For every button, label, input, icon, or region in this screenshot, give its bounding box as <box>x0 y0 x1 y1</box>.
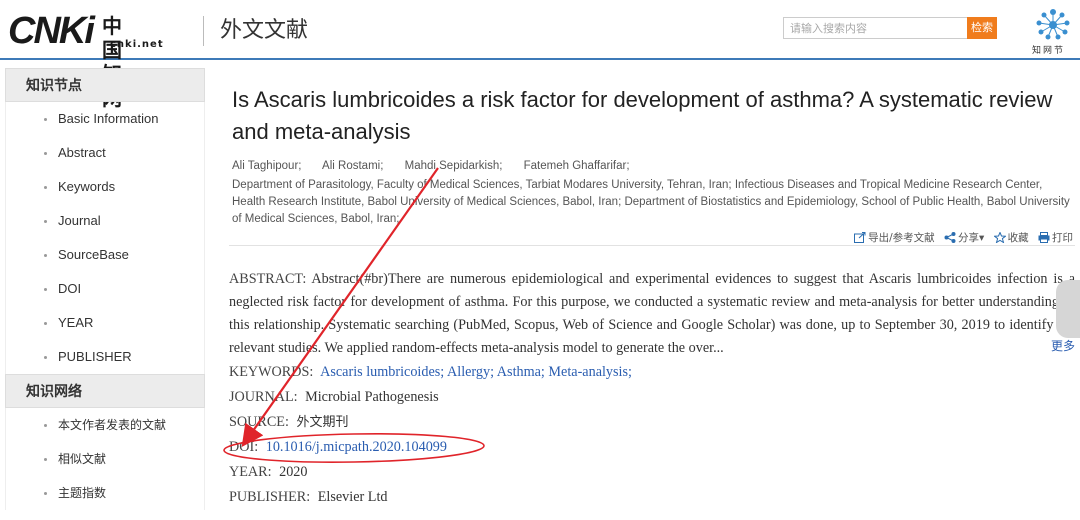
source-label: SOURCE: <box>229 414 289 430</box>
tools-bar: 导出/参考文献 分享▾ 收藏 打印 <box>229 218 1075 246</box>
sidebar-item-basic-information[interactable]: Basic Information <box>5 102 205 136</box>
print-label: 打印 <box>1052 232 1073 244</box>
sidebar-item-year[interactable]: YEAR <box>5 306 205 340</box>
source-row: SOURCE: 外文期刊 <box>229 410 1075 435</box>
author-list: Ali Taghipour; Ali Rostami; Mahdi Sepida… <box>229 158 1075 174</box>
year-label: YEAR: <box>229 464 272 480</box>
header-divider <box>203 16 204 46</box>
export-label: 导出/参考文献 <box>868 232 935 244</box>
keyword-link[interactable]: Asthma; <box>497 364 545 380</box>
sidebar-item-author-publications[interactable]: 本文作者发表的文献 <box>5 408 205 442</box>
brand-badge-label: 知网节 <box>1032 46 1066 56</box>
doi-row: DOI: 10.1016/j.micpath.2020.104099 <box>229 435 1075 460</box>
sidebar-heading-knowledge-nodes: 知识节点 <box>5 68 205 102</box>
sidebar-item-sourcebase[interactable]: SourceBase <box>5 238 205 272</box>
site-title: 外文文献 <box>220 18 309 43</box>
sidebar-item-topic-index[interactable]: 主题指数 <box>5 476 205 510</box>
sidebar-item-abstract[interactable]: Abstract <box>5 136 205 170</box>
sidebar-item-keywords[interactable]: Keywords <box>5 170 205 204</box>
sidebar-item-doi[interactable]: DOI <box>5 272 205 306</box>
print-tool[interactable]: 打印 <box>1038 232 1073 244</box>
more-link[interactable]: 更多 <box>1051 337 1075 354</box>
sidebar-item-journal[interactable]: Journal <box>5 204 205 238</box>
favorite-label: 收藏 <box>1007 232 1029 244</box>
journal-value: Microbial Pathogenesis <box>305 389 439 405</box>
keyword-link[interactable]: Ascaris lumbricoides; <box>320 364 444 380</box>
keyword-link[interactable]: Meta-analysis; <box>548 364 632 380</box>
doi-link[interactable]: 10.1016/j.micpath.2020.104099 <box>266 439 447 455</box>
article-metadata: ABSTRACT: Abstract(#br)There are numerou… <box>229 268 1075 510</box>
logo-domain: cnki.net <box>110 39 164 50</box>
share-label: 分享▾ <box>958 232 985 244</box>
abstract-label: ABSTRACT: <box>229 271 307 287</box>
keyword-link[interactable]: Allergy; <box>447 364 494 380</box>
author-link[interactable]: Fatemeh Ghaffarifar; <box>524 160 630 172</box>
doi-label: DOI: <box>229 439 259 455</box>
share-tool[interactable]: 分享▾ <box>944 232 988 244</box>
logo-mark: CNKi <box>8 10 95 52</box>
search-input[interactable] <box>783 17 967 39</box>
site-header: CNKi 中国知网 cnki.net 外文文献 检索 知网节 <box>0 0 1080 110</box>
author-link[interactable]: Ali Rostami; <box>322 160 383 172</box>
year-value: 2020 <box>279 464 308 480</box>
keywords-label: KEYWORDS: <box>229 364 314 380</box>
publisher-row: PUBLISHER: Elsevier Ltd <box>229 485 1075 510</box>
abstract-block: ABSTRACT: Abstract(#br)There are numerou… <box>229 268 1075 360</box>
year-row: YEAR: 2020 <box>229 460 1075 485</box>
abstract-text: Abstract(#br)There are numerous epidemio… <box>229 271 1075 356</box>
sidebar-item-similar-literature[interactable]: 相似文献 <box>5 442 205 476</box>
export-icon <box>854 232 866 243</box>
publisher-value: Elsevier Ltd <box>317 489 388 505</box>
keywords-row: KEYWORDS: Ascaris lumbricoides; Allergy;… <box>229 360 1075 385</box>
journal-row: JOURNAL: Microbial Pathogenesis <box>229 385 1075 410</box>
author-link[interactable]: Ali Taghipour; <box>232 160 301 172</box>
print-icon <box>1038 232 1050 243</box>
export-tool[interactable]: 导出/参考文献 <box>854 232 938 244</box>
journal-label: JOURNAL: <box>229 389 298 405</box>
article-title: Is Ascaris lumbricoides a risk factor fo… <box>232 87 1053 144</box>
article-main: Is Ascaris lumbricoides a risk factor fo… <box>229 68 1075 505</box>
search-button[interactable]: 检索 <box>967 17 997 39</box>
favorite-tool[interactable]: 收藏 <box>993 232 1032 244</box>
star-icon <box>993 232 1006 243</box>
publisher-label: PUBLISHER: <box>229 489 311 505</box>
sidebar: 知识节点 Basic Information Abstract Keywords… <box>5 68 205 520</box>
sidebar-heading-knowledge-network: 知识网络 <box>5 374 205 408</box>
author-link[interactable]: Mahdi Sepidarkish; <box>405 160 503 172</box>
source-value: 外文期刊 <box>296 415 349 430</box>
share-icon <box>944 232 956 243</box>
sidebar-item-publisher[interactable]: PUBLISHER <box>5 340 205 374</box>
floating-feedback-tab[interactable] <box>1056 280 1080 338</box>
